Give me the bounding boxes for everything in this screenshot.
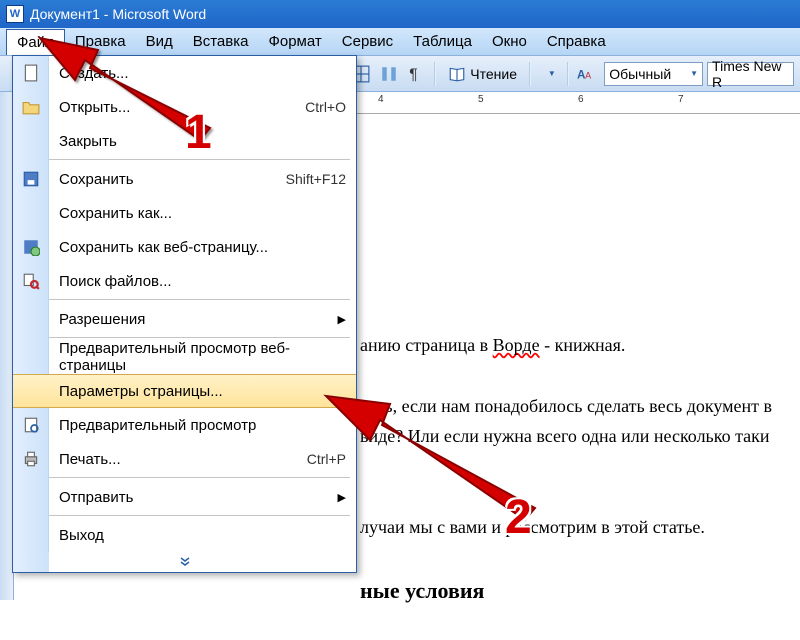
new-doc-icon — [22, 64, 40, 82]
doc-paragraph: лучаи мы с вами и рассмотрим в этой стат… — [360, 512, 788, 543]
reading-label: Чтение — [470, 66, 517, 82]
submenu-arrow-icon: ▶ — [338, 313, 346, 326]
book-icon — [448, 65, 466, 83]
word-app-icon: W — [6, 5, 24, 23]
menu-edit[interactable]: Правка — [65, 29, 136, 54]
toolbar-separator — [529, 62, 531, 86]
menu-table[interactable]: Таблица — [403, 29, 482, 54]
paragraph-marks-button[interactable]: ¶ — [404, 61, 430, 87]
columns-icon — [380, 65, 398, 83]
ruler-tick: 5 — [478, 94, 484, 105]
font-select[interactable]: Times New R — [707, 62, 794, 86]
menu-expand-button[interactable] — [13, 552, 356, 572]
menu-item-save-as[interactable]: Сохранить как... — [13, 196, 356, 230]
svg-text:¶: ¶ — [410, 66, 418, 82]
style-select[interactable]: Обычный ▼ — [604, 62, 703, 86]
menu-item-web-preview[interactable]: Предварительный просмотр веб-страницы — [13, 340, 356, 374]
menu-item-file-search[interactable]: Поиск файлов... — [13, 264, 356, 298]
menu-help[interactable]: Справка — [537, 29, 616, 54]
chevron-down-icon: ▼ — [690, 69, 698, 78]
printer-icon — [22, 450, 40, 468]
menu-item-print-preview[interactable]: Предварительный просмотр — [13, 408, 356, 442]
menu-item-permissions[interactable]: Разрешения ▶ — [13, 302, 356, 336]
pilcrow-icon: ¶ — [407, 65, 425, 83]
menu-format[interactable]: Формат — [258, 29, 331, 54]
menu-item-exit[interactable]: Выход — [13, 518, 356, 552]
menu-window[interactable]: Окно — [482, 29, 537, 54]
menu-item-save-as-web[interactable]: Сохранить как веб-страницу... — [13, 230, 356, 264]
columns-button[interactable] — [376, 61, 402, 87]
callout-number-2: 2 — [505, 490, 532, 545]
menu-item-print[interactable]: Печать... Ctrl+P — [13, 442, 356, 476]
save-disk-icon — [22, 170, 40, 188]
menu-view[interactable]: Вид — [136, 29, 183, 54]
menu-item-page-setup[interactable]: Параметры страницы... — [13, 374, 356, 408]
menu-item-save[interactable]: Сохранить Shift+F12 — [13, 162, 356, 196]
document-area[interactable]: анию страница в Ворде - книжная. лать, е… — [348, 130, 800, 640]
menu-bar: Файл Правка Вид Вставка Формат Сервис Та… — [0, 28, 800, 56]
window-title: Документ1 - Microsoft Word — [30, 6, 206, 22]
shortcut-label: Shift+F12 — [286, 171, 346, 187]
callout-number-1: 1 — [185, 105, 212, 160]
ruler-tick: 7 — [678, 94, 684, 105]
chevron-double-down-icon — [178, 557, 192, 567]
menu-separator — [13, 476, 356, 480]
font-value: Times New R — [712, 58, 789, 90]
ruler-tick: 6 — [578, 94, 584, 105]
menu-separator — [13, 336, 356, 340]
styles-aa-icon: AA — [577, 65, 595, 83]
doc-paragraph: лать, если нам понадобилось сделать весь… — [360, 391, 788, 422]
menu-separator — [13, 514, 356, 518]
title-bar: W Документ1 - Microsoft Word — [0, 0, 800, 28]
shortcut-label: Ctrl+O — [305, 99, 346, 115]
menu-tools[interactable]: Сервис — [332, 29, 403, 54]
menu-separator — [13, 298, 356, 302]
doc-paragraph: виде? Или если нужна всего одна или неск… — [360, 421, 788, 452]
reading-layout-button[interactable]: Чтение — [440, 61, 525, 87]
menu-insert[interactable]: Вставка — [183, 29, 259, 54]
menu-file[interactable]: Файл — [6, 29, 65, 55]
toolbar-dropdown-button[interactable]: ▼ — [536, 61, 562, 87]
open-folder-icon — [22, 98, 40, 116]
toolbar-separator — [434, 62, 436, 86]
svg-text:A: A — [586, 70, 592, 80]
menu-item-create[interactable]: Создать... — [13, 56, 356, 90]
menu-item-send[interactable]: Отправить ▶ — [13, 480, 356, 514]
save-web-icon — [22, 238, 40, 256]
shortcut-label: Ctrl+P — [307, 451, 346, 467]
ruler[interactable]: 4 5 6 7 — [348, 92, 800, 114]
style-value: Обычный — [609, 66, 671, 82]
submenu-arrow-icon: ▶ — [338, 491, 346, 504]
print-preview-icon — [22, 416, 40, 434]
doc-paragraph: анию страница в Ворде - книжная. — [360, 330, 788, 361]
toolbar-separator — [567, 62, 569, 86]
ruler-tick: 4 — [378, 94, 384, 105]
chevron-down-icon: ▼ — [548, 69, 556, 78]
search-files-icon — [22, 272, 40, 290]
styles-pane-button[interactable]: AA — [574, 61, 600, 87]
doc-heading: ные условия — [360, 572, 788, 609]
